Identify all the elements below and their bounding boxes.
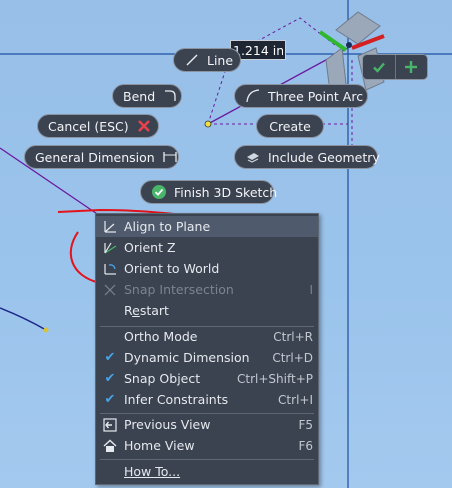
menu-item-ortho-mode[interactable]: Ortho Mode Ctrl+R — [96, 326, 318, 347]
three-point-arc-button[interactable]: Three Point Arc — [234, 84, 368, 108]
restart-label-suffix: start — [139, 303, 169, 318]
include-geometry-icon — [247, 153, 259, 163]
menu-item-restart[interactable]: Restart — [96, 300, 318, 321]
line-icon — [186, 54, 198, 66]
context-menu: Align to Plane Orient Z Orient to World … — [95, 213, 319, 485]
include-geometry-button[interactable]: Include Geometry — [234, 145, 380, 169]
menu-item-label: How To... — [124, 464, 180, 479]
menu-item-label: Align to Plane — [124, 219, 211, 234]
previous-view-icon — [102, 417, 118, 433]
menu-item-label: Orient to World — [124, 261, 220, 276]
menu-item-shortcut: Ctrl+D — [272, 350, 313, 365]
menu-item-orient-to-world[interactable]: Orient to World — [96, 258, 318, 279]
menu-item-home-view[interactable]: Home View F6 — [96, 435, 318, 456]
cancel-button-label: Cancel (ESC) — [48, 118, 129, 134]
menu-item-previous-view[interactable]: Previous View F5 — [96, 414, 318, 435]
bend-button[interactable]: Bend — [112, 84, 182, 108]
triad-origin[interactable] — [346, 42, 352, 48]
menu-item-label: Orient Z — [124, 240, 176, 255]
finish-3d-sketch-button[interactable]: Finish 3D Sketch — [140, 180, 278, 204]
plus-icon — [405, 61, 418, 73]
menu-item-shortcut: Ctrl+I — [278, 392, 313, 407]
orient-z-icon — [102, 240, 118, 256]
menu-item-how-to[interactable]: How To... — [96, 461, 318, 482]
menu-item-label: Snap Object — [124, 371, 201, 386]
menu-separator — [100, 459, 314, 460]
close-icon — [137, 120, 150, 132]
sketch-curve[interactable] — [0, 307, 47, 331]
menu-item-label: Previous View — [124, 417, 211, 432]
menu-item-align-to-plane[interactable]: Align to Plane — [96, 216, 318, 237]
sketch-point[interactable] — [204, 120, 212, 128]
dimension-icon — [163, 152, 177, 162]
line-button-label: Line — [207, 52, 234, 68]
menu-item-label: Dynamic Dimension — [124, 350, 250, 365]
home-icon — [102, 438, 118, 454]
menu-item-label: Snap Intersection — [124, 282, 234, 297]
check-icon — [372, 62, 385, 73]
general-dimension-button[interactable]: General Dimension — [24, 145, 179, 169]
menu-item-snap-object[interactable]: ✔ Snap Object Ctrl+Shift+P — [96, 368, 318, 389]
bend-icon — [165, 90, 176, 101]
general-dimension-label: General Dimension — [35, 149, 155, 165]
bend-button-label: Bend — [123, 88, 156, 104]
checkmark-icon: ✔ — [104, 392, 116, 407]
orient-to-world-icon — [102, 261, 118, 277]
apply-button[interactable] — [394, 55, 428, 79]
menu-item-label: Restart — [124, 303, 169, 318]
cancel-button[interactable]: Cancel (ESC) — [37, 114, 159, 138]
how-to-label: How To... — [124, 464, 181, 479]
menu-item-infer-constraints[interactable]: ✔ Infer Constraints Ctrl+I — [96, 389, 318, 410]
include-geometry-label: Include Geometry — [268, 149, 380, 165]
create-button[interactable]: Create — [256, 114, 324, 138]
checkmark-icon: ✔ — [104, 371, 116, 386]
menu-item-label: Infer Constraints — [124, 392, 229, 407]
menu-item-shortcut: Ctrl+R — [273, 329, 313, 344]
triad-y-axis[interactable] — [318, 30, 348, 52]
menu-item-label: Ortho Mode — [124, 329, 198, 344]
snap-intersection-icon — [102, 282, 118, 298]
sketch-endpoint[interactable] — [43, 327, 49, 333]
ok-button[interactable] — [363, 55, 395, 79]
menu-item-shortcut: F5 — [298, 417, 313, 432]
finish-3d-sketch-label: Finish 3D Sketch — [174, 184, 278, 200]
line-button[interactable]: Line — [173, 48, 241, 72]
menu-item-shortcut: Ctrl+Shift+P — [237, 371, 313, 386]
menu-item-label: Home View — [124, 438, 195, 453]
menu-item-shortcut: F6 — [298, 438, 313, 453]
three-point-arc-label: Three Point Arc — [268, 88, 364, 104]
align-to-plane-icon — [102, 219, 118, 235]
restart-label-mnemonic: e — [132, 303, 140, 318]
menu-item-shortcut: I — [309, 282, 313, 297]
arc-icon — [246, 89, 260, 103]
restart-label-prefix: R — [124, 303, 133, 318]
create-button-label: Create — [269, 118, 311, 134]
menu-item-snap-intersection[interactable]: Snap Intersection I — [96, 279, 318, 300]
checkmark-icon: ✔ — [104, 350, 116, 365]
menu-item-orient-z[interactable]: Orient Z — [96, 237, 318, 258]
check-icon — [152, 185, 166, 199]
menu-item-dynamic-dimension[interactable]: ✔ Dynamic Dimension Ctrl+D — [96, 347, 318, 368]
ok-apply-toolbar — [362, 54, 428, 80]
